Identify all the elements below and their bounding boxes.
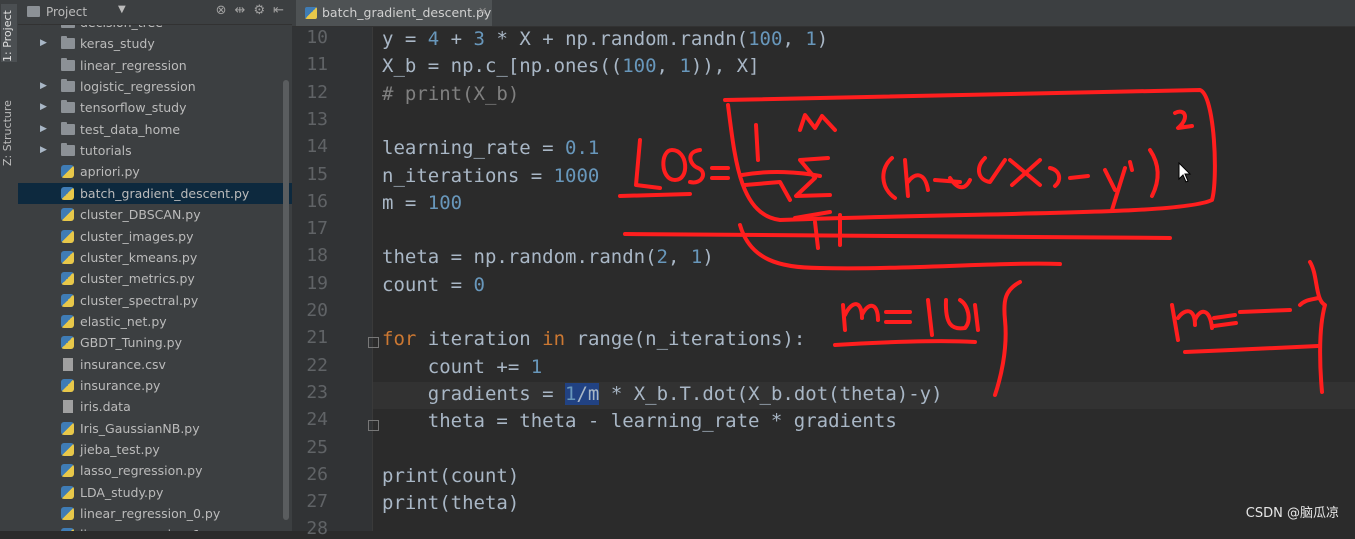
handwritten-annotation bbox=[618, 88, 1327, 397]
watermark: CSDN @脑瓜凉 bbox=[1245, 506, 1339, 521]
mouse-cursor-icon bbox=[1178, 162, 1192, 183]
